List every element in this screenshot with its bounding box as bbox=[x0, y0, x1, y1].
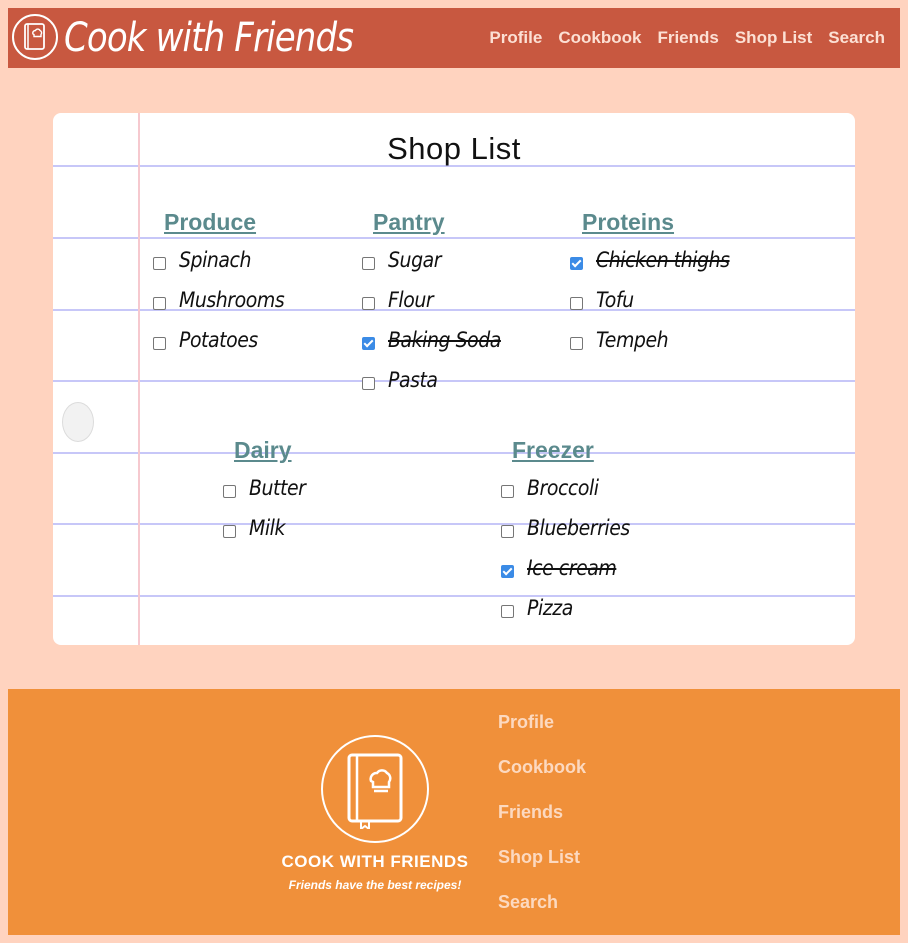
item-checkbox[interactable] bbox=[362, 336, 375, 350]
nav-link-search[interactable]: Search bbox=[828, 27, 885, 49]
cookbook-logo-icon[interactable] bbox=[321, 735, 429, 843]
item-checkbox[interactable] bbox=[362, 256, 375, 270]
footer-link-shop-list[interactable]: Shop List bbox=[498, 846, 586, 891]
item-label: Milk bbox=[249, 516, 285, 540]
nav-link-shop-list[interactable]: Shop List bbox=[735, 27, 812, 49]
item-label: Butter bbox=[249, 476, 306, 500]
category-proteins: Proteins bbox=[582, 209, 675, 235]
item-label: Pasta bbox=[388, 368, 438, 392]
footer-tagline: Friends have the best recipes! bbox=[288, 878, 462, 892]
page-title: Shop List bbox=[387, 131, 521, 166]
item-checkbox[interactable] bbox=[362, 376, 375, 390]
item-checkbox[interactable] bbox=[223, 484, 236, 498]
cookbook-logo-icon[interactable] bbox=[12, 14, 58, 60]
list-item[interactable]: Sugar bbox=[362, 247, 447, 273]
item-label: Potatoes bbox=[179, 328, 258, 352]
item-label: Pizza bbox=[527, 596, 573, 620]
list-item[interactable]: Baking Soda bbox=[362, 327, 513, 353]
item-checkbox[interactable] bbox=[501, 604, 514, 618]
list-item[interactable]: Mushrooms bbox=[153, 287, 296, 313]
footer-link-friends[interactable]: Friends bbox=[498, 801, 586, 846]
item-label: Tofu bbox=[596, 288, 634, 312]
item-checkbox[interactable] bbox=[153, 296, 166, 310]
item-label: Mushrooms bbox=[179, 288, 285, 312]
item-checkbox[interactable] bbox=[501, 524, 514, 538]
footer-link-search[interactable]: Search bbox=[498, 891, 586, 936]
shop-list-paper: Shop List Produce Spinach Mushrooms Pota… bbox=[53, 113, 855, 645]
paper-rule-line bbox=[53, 380, 855, 382]
item-label: Flour bbox=[388, 288, 434, 312]
footer-nav: Profile Cookbook Friends Shop List Searc… bbox=[498, 711, 586, 936]
item-label: Sugar bbox=[388, 248, 442, 272]
list-item[interactable]: Broccoli bbox=[501, 475, 607, 501]
category-pantry: Pantry bbox=[373, 209, 445, 235]
nav-link-cookbook[interactable]: Cookbook bbox=[558, 27, 641, 49]
list-item[interactable]: Tofu bbox=[570, 287, 638, 313]
list-item[interactable]: Tempeh bbox=[570, 327, 676, 353]
list-item[interactable]: Ice cream bbox=[501, 555, 626, 581]
list-item[interactable]: Pasta bbox=[362, 367, 443, 393]
paper-rule-line bbox=[53, 452, 855, 454]
brand-title[interactable]: Cook with Friends bbox=[64, 12, 354, 64]
list-item[interactable]: Butter bbox=[223, 475, 312, 501]
paper-rule-line bbox=[53, 237, 855, 239]
list-item[interactable]: Potatoes bbox=[153, 327, 267, 353]
item-label: Tempeh bbox=[596, 328, 669, 352]
list-item[interactable]: Flour bbox=[362, 287, 438, 313]
footer-link-profile[interactable]: Profile bbox=[498, 711, 586, 756]
category-freezer: Freezer bbox=[512, 437, 594, 463]
item-label: Chicken thighs bbox=[596, 248, 730, 272]
paper-margin-line bbox=[138, 113, 140, 645]
item-label: Baking Soda bbox=[388, 328, 501, 352]
site-footer: COOK WITH FRIENDS Friends have the best … bbox=[8, 689, 900, 935]
item-checkbox[interactable] bbox=[223, 524, 236, 538]
footer-brand: COOK WITH FRIENDS bbox=[281, 852, 469, 871]
main-nav: Profile Cookbook Friends Shop List Searc… bbox=[473, 27, 885, 49]
list-item[interactable]: Pizza bbox=[501, 595, 578, 621]
item-checkbox[interactable] bbox=[153, 256, 166, 270]
item-checkbox[interactable] bbox=[570, 256, 583, 270]
item-checkbox[interactable] bbox=[570, 336, 583, 350]
nav-link-profile[interactable]: Profile bbox=[489, 27, 542, 49]
paper-punch-hole bbox=[62, 402, 94, 442]
category-produce: Produce bbox=[164, 209, 257, 235]
item-checkbox[interactable] bbox=[153, 336, 166, 350]
list-item[interactable]: Milk bbox=[223, 515, 289, 541]
footer-link-cookbook[interactable]: Cookbook bbox=[498, 756, 586, 801]
list-item[interactable]: Spinach bbox=[153, 247, 259, 273]
item-label: Blueberries bbox=[527, 516, 630, 540]
site-header: Cook with Friends Profile Cookbook Frien… bbox=[8, 8, 900, 68]
item-label: Ice cream bbox=[527, 556, 617, 580]
item-checkbox[interactable] bbox=[362, 296, 375, 310]
paper-rule-line bbox=[53, 595, 855, 597]
item-checkbox[interactable] bbox=[501, 484, 514, 498]
item-label: Spinach bbox=[179, 248, 252, 272]
item-checkbox[interactable] bbox=[570, 296, 583, 310]
list-item[interactable]: Chicken thighs bbox=[570, 247, 744, 273]
paper-rule-line bbox=[53, 523, 855, 525]
item-checkbox[interactable] bbox=[501, 564, 514, 578]
list-item[interactable]: Blueberries bbox=[501, 515, 641, 541]
item-label: Broccoli bbox=[527, 476, 599, 500]
category-dairy: Dairy bbox=[234, 437, 292, 463]
nav-link-friends[interactable]: Friends bbox=[657, 27, 718, 49]
